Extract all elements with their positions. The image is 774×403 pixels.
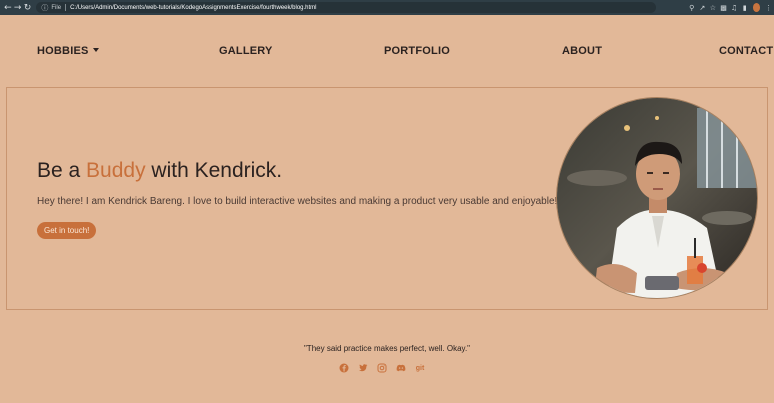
nav-hobbies-label: HOBBIES	[37, 45, 89, 57]
more-vertical-icon: ⋮	[765, 3, 773, 12]
profile-photo	[556, 97, 758, 299]
twitter-link[interactable]	[358, 363, 368, 373]
nav-portfolio-link[interactable]: PORTFOLIO	[384, 45, 450, 57]
share-icon: ↗	[699, 3, 706, 12]
extensions-button[interactable]: ▩	[718, 0, 729, 15]
address-bar[interactable]: ⓘ File C:/Users/Admin/Documents/web-tuto…	[36, 2, 657, 13]
discord-link[interactable]	[396, 363, 406, 373]
caret-down-icon	[92, 48, 99, 53]
hero-title-post: with Kendrick.	[145, 159, 283, 182]
menu-button[interactable]: ⋮	[763, 0, 774, 15]
arrow-right-icon: →	[13, 2, 22, 13]
zoom-icon: ⚲	[689, 3, 695, 12]
reload-button[interactable]: ↻	[23, 0, 33, 15]
facebook-link[interactable]	[339, 363, 349, 373]
discord-icon	[396, 364, 406, 372]
instagram-icon	[377, 363, 387, 373]
forward-button[interactable]: →	[13, 0, 23, 15]
nav-gallery-link[interactable]: GALLERY	[219, 45, 273, 57]
top-navigation: HOBBIES GALLERY PORTFOLIO ABOUT CONTACT	[0, 15, 774, 87]
social-links: git	[339, 363, 425, 373]
address-separator	[65, 4, 67, 11]
facebook-icon	[339, 363, 349, 373]
git-icon: git	[415, 365, 425, 372]
bookmark-button[interactable]: ☆	[708, 0, 719, 15]
info-icon: ⓘ	[41, 3, 49, 12]
puzzle-icon: ▩	[720, 3, 727, 12]
get-in-touch-button[interactable]: Get in touch!	[37, 222, 97, 239]
hero-title-highlight: Buddy	[86, 159, 146, 182]
back-button[interactable]: ←	[3, 0, 13, 15]
hero-subtitle: Hey there! I am Kendrick Bareng. I love …	[37, 196, 558, 207]
share-button[interactable]: ↗	[697, 0, 708, 15]
scheme-label: File	[51, 4, 62, 11]
browser-toolbar: ← → ↻ ⓘ File C:/Users/Admin/Documents/we…	[0, 0, 774, 15]
star-icon: ☆	[709, 3, 717, 12]
nav-contact-link[interactable]: CONTACT	[719, 45, 773, 57]
zoom-button[interactable]: ⚲	[686, 0, 697, 15]
profile-photo-image	[557, 98, 757, 298]
profile-avatar[interactable]	[753, 3, 761, 12]
instagram-link[interactable]	[377, 363, 387, 373]
hero-title: Be a Buddy with Kendrick.	[37, 159, 282, 183]
sidebar-button[interactable]: ▮	[739, 0, 750, 15]
footer-quote: "They said practice makes perfect, well.…	[303, 344, 471, 353]
reload-icon: ↻	[23, 2, 32, 13]
sidebar-icon: ▮	[742, 3, 747, 12]
nav-hobbies-dropdown[interactable]: HOBBIES	[37, 45, 99, 57]
arrow-left-icon: ←	[4, 2, 12, 13]
media-button[interactable]: ♫	[729, 0, 740, 15]
hero-section: Be a Buddy with Kendrick. Hey there! I a…	[6, 87, 768, 310]
twitter-icon	[358, 364, 368, 372]
media-icon: ♫	[730, 3, 738, 12]
nav-about-link[interactable]: ABOUT	[562, 45, 602, 57]
hero-title-pre: Be a	[37, 159, 87, 182]
git-link[interactable]: git	[415, 363, 425, 373]
url-text[interactable]: C:/Users/Admin/Documents/web-tutorials/K…	[70, 5, 316, 11]
